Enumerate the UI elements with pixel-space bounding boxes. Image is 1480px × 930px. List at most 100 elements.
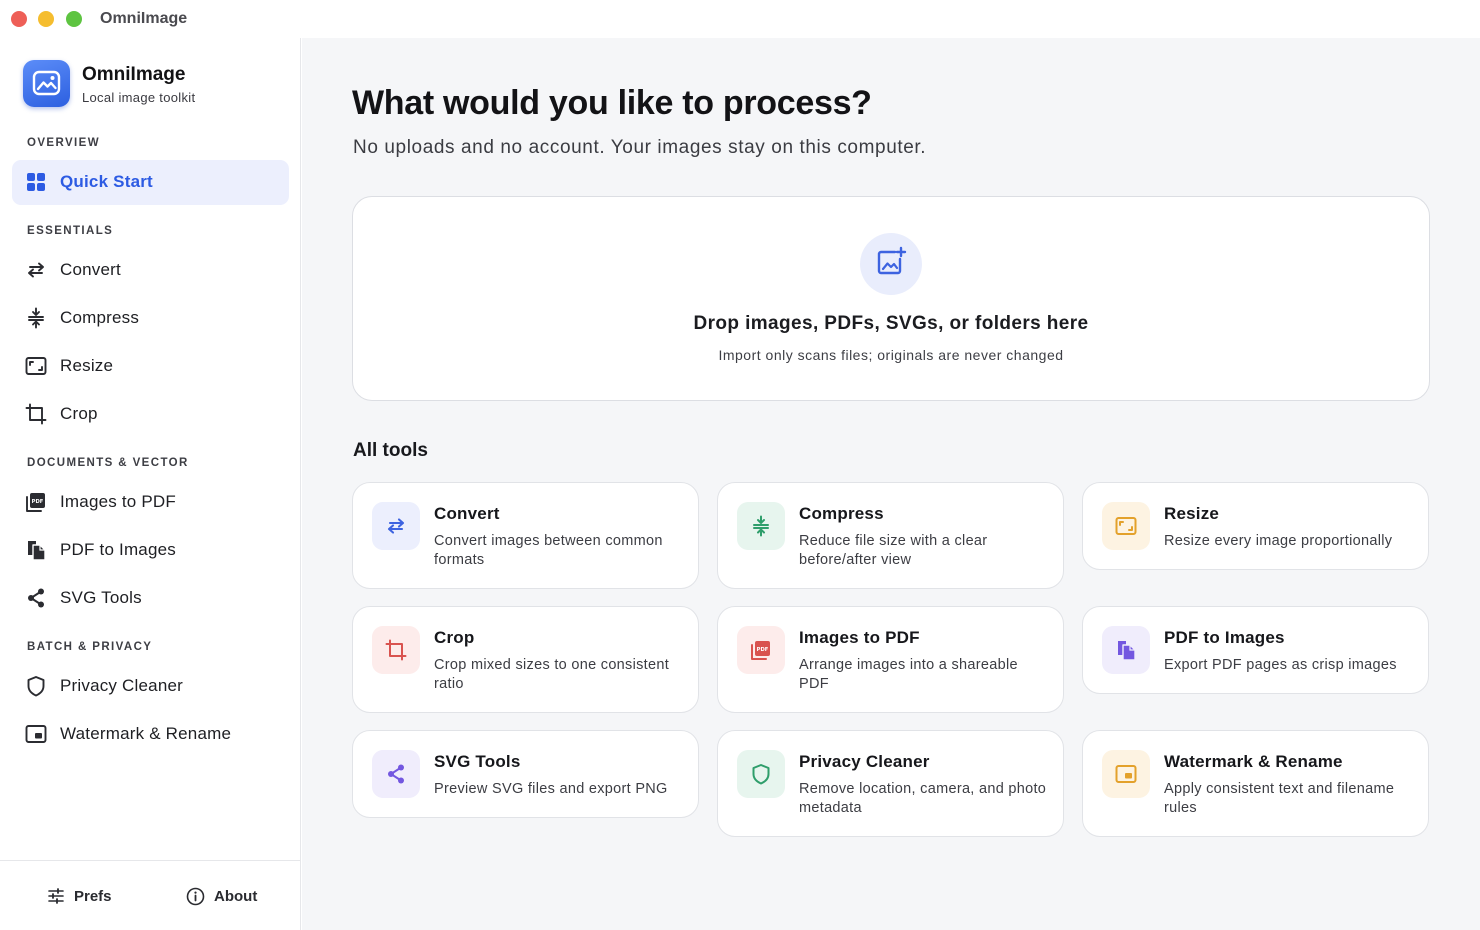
- sidebar-item-convert[interactable]: Convert: [12, 248, 289, 293]
- tool-icon-badge: [737, 502, 785, 550]
- close-window-button[interactable]: [11, 11, 27, 27]
- tool-icon-badge: [372, 750, 420, 798]
- tool-title: Compress: [799, 504, 884, 523]
- tool-card-convert[interactable]: Convert Convert images between common fo…: [352, 482, 699, 589]
- add-image-icon-badge: [860, 233, 922, 295]
- compress-icon: [28, 307, 44, 329]
- pages-icon: [1118, 641, 1136, 661]
- compress-icon: [753, 515, 769, 537]
- section-overview: OVERVIEW: [27, 137, 100, 149]
- drop-zone[interactable]: Drop images, PDFs, SVGs, or folders here…: [352, 196, 1430, 401]
- minimize-window-button[interactable]: [38, 11, 54, 27]
- sidebar-footer: Prefs About: [0, 860, 301, 930]
- prefs-button[interactable]: Prefs: [47, 883, 112, 909]
- tool-title: Resize: [1164, 504, 1220, 523]
- prefs-label: Prefs: [74, 887, 112, 905]
- tool-title: Convert: [434, 504, 500, 523]
- share-nodes-icon: [28, 588, 44, 608]
- about-label: About: [214, 887, 258, 905]
- resize-icon: [25, 357, 47, 375]
- tool-title: PDF to Images: [1164, 628, 1285, 647]
- tool-title: SVG Tools: [434, 752, 521, 771]
- sidebar-item-pdf-to-images[interactable]: PDF to Images: [12, 528, 289, 573]
- about-button[interactable]: About: [186, 883, 257, 909]
- tool-card-crop[interactable]: Crop Crop mixed sizes to one consistent …: [352, 606, 699, 713]
- tool-icon-badge: [737, 750, 785, 798]
- tool-description: Convert images between common formats: [434, 533, 663, 568]
- shield-icon: [752, 764, 770, 785]
- sidebar-item-images-to-pdf[interactable]: PDF Images to PDF: [12, 480, 289, 525]
- tool-description: Resize every image proportionally: [1164, 533, 1393, 549]
- tool-description: Arrange images into a shareable PDF: [799, 657, 1018, 692]
- tool-card-resize[interactable]: Resize Resize every image proportionally: [1082, 482, 1429, 570]
- tool-description: Preview SVG files and export PNG: [434, 781, 668, 797]
- sidebar-item-label: Images to PDF: [60, 492, 176, 511]
- image-icon: [32, 70, 61, 96]
- window-title: OmniImage: [100, 10, 188, 27]
- title-bar: OmniImage: [0, 0, 1480, 38]
- drop-zone-subtitle: Import only scans files; originals are n…: [718, 347, 1064, 363]
- sidebar: OmniImage Local image toolkit OVERVIEW Q…: [0, 38, 301, 930]
- tool-card-compress[interactable]: Compress Reduce file size with a clear b…: [717, 482, 1064, 589]
- sidebar-item-quick-start[interactable]: Quick Start: [12, 160, 289, 205]
- svg-text:PDF: PDF: [32, 499, 44, 505]
- pdf-icon: PDF: [751, 641, 770, 660]
- tool-icon-badge: [372, 502, 420, 550]
- tool-title: Images to PDF: [799, 628, 920, 647]
- page-subtitle: No uploads and no account. Your images s…: [353, 137, 927, 158]
- sidebar-item-label: Convert: [60, 260, 121, 279]
- tool-icon-badge: [1102, 626, 1150, 674]
- sidebar-item-label: PDF to Images: [60, 540, 176, 559]
- brand-name: OmniImage: [82, 64, 186, 85]
- sidebar-item-compress[interactable]: Compress: [12, 296, 289, 341]
- tool-card-images-to-pdf[interactable]: PDF Images to PDF Arrange images into a …: [717, 606, 1064, 713]
- tool-title: Watermark & Rename: [1164, 752, 1343, 771]
- tool-title: Crop: [434, 628, 475, 647]
- tool-icon-badge: [1102, 502, 1150, 550]
- all-tools-heading: All tools: [353, 440, 428, 461]
- pdf-icon: PDF: [26, 493, 45, 512]
- svg-text:PDF: PDF: [757, 647, 769, 653]
- swap-arrows-icon: [387, 518, 405, 534]
- pages-icon: [28, 541, 46, 561]
- tool-description: Apply consistent text and filename rules: [1164, 781, 1395, 816]
- tool-card-privacy-cleaner[interactable]: Privacy Cleaner Remove location, camera,…: [717, 730, 1064, 837]
- main-content: What would you like to process? No uploa…: [302, 38, 1480, 930]
- sidebar-item-crop[interactable]: Crop: [12, 392, 289, 437]
- swap-arrows-icon: [28, 262, 44, 278]
- sliders-icon: [48, 888, 64, 904]
- crop-icon: [385, 639, 407, 661]
- section-essentials: ESSENTIALS: [27, 225, 114, 237]
- tool-icon-badge: [372, 626, 420, 674]
- sidebar-item-label: Watermark & Rename: [60, 724, 232, 743]
- section-documents-vector: DOCUMENTS & VECTOR: [27, 457, 189, 469]
- tool-description: Remove location, camera, and photo metad…: [799, 781, 1047, 816]
- shield-icon: [27, 676, 45, 697]
- drop-zone-title: Drop images, PDFs, SVGs, or folders here: [693, 313, 1089, 334]
- tool-description: Reduce file size with a clear before/aft…: [799, 533, 988, 568]
- sidebar-item-privacy-cleaner[interactable]: Privacy Cleaner: [12, 664, 289, 709]
- sidebar-item-svg-tools[interactable]: SVG Tools: [12, 576, 289, 621]
- sidebar-item-resize[interactable]: Resize: [12, 344, 289, 389]
- sidebar-item-label: Crop: [60, 404, 98, 423]
- sidebar-item-label: Compress: [60, 308, 140, 327]
- crop-icon: [25, 403, 47, 425]
- tool-icon-badge: PDF: [737, 626, 785, 674]
- sidebar-item-label: Privacy Cleaner: [60, 676, 183, 695]
- brand-tagline: Local image toolkit: [82, 90, 196, 105]
- share-nodes-icon: [388, 764, 404, 784]
- sidebar-item-label: Quick Start: [60, 172, 153, 191]
- sidebar-item-label: Resize: [60, 356, 114, 375]
- tool-description: Export PDF pages as crisp images: [1164, 657, 1397, 673]
- zoom-window-button[interactable]: [66, 11, 82, 27]
- info-icon: [186, 887, 205, 905]
- sidebar-item-label: SVG Tools: [60, 588, 142, 607]
- page-title: What would you like to process?: [352, 84, 872, 122]
- tool-icon-badge: [1102, 750, 1150, 798]
- sidebar-item-watermark-rename[interactable]: Watermark & Rename: [12, 712, 289, 757]
- grid-icon: [27, 173, 45, 191]
- tool-card-watermark-rename[interactable]: Watermark & Rename Apply consistent text…: [1082, 730, 1429, 837]
- tool-card-pdf-to-images[interactable]: PDF to Images Export PDF pages as crisp …: [1082, 606, 1429, 694]
- tool-title: Privacy Cleaner: [799, 752, 930, 771]
- tool-card-svg-tools[interactable]: SVG Tools Preview SVG files and export P…: [352, 730, 699, 818]
